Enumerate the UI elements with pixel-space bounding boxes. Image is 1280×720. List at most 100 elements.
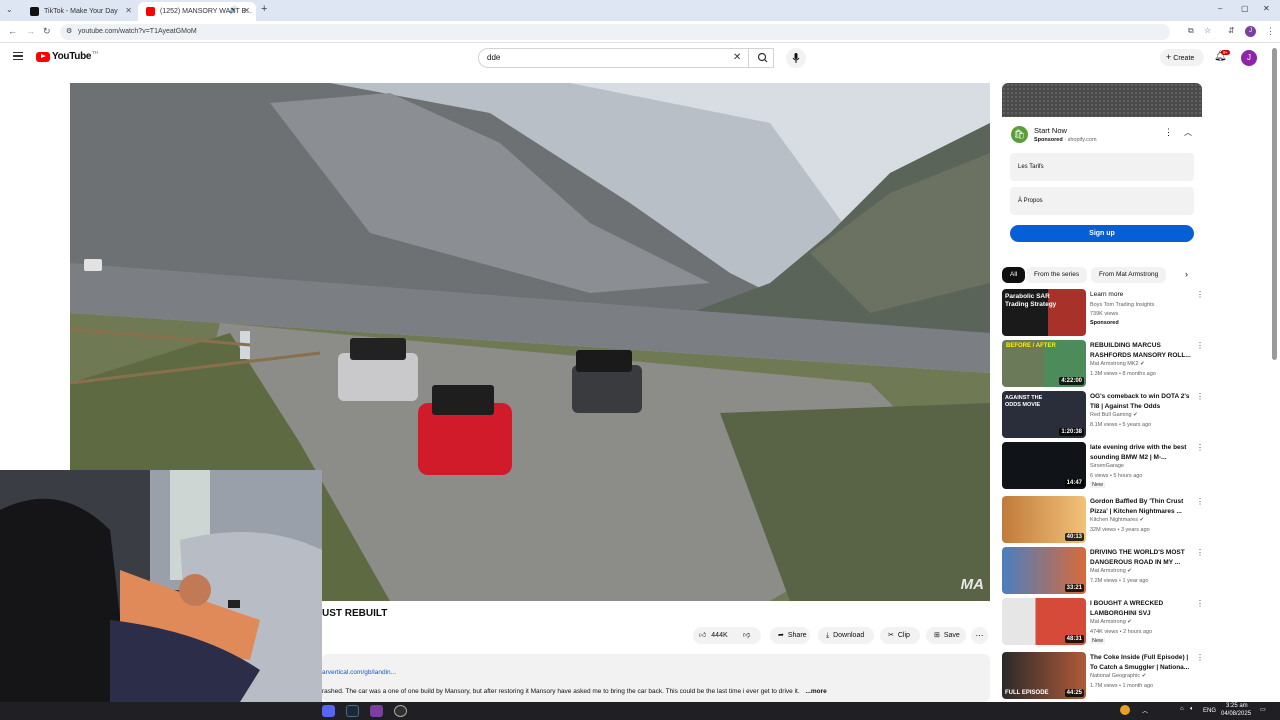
forward-icon[interactable]: → — [26, 26, 35, 36]
chips-next-icon[interactable]: › — [1185, 269, 1188, 279]
create-button[interactable]: + Create — [1160, 49, 1204, 66]
more-options-icon[interactable]: ⋮ — [1196, 497, 1204, 506]
more-options-icon[interactable]: ⋮ — [1196, 341, 1204, 350]
tray-expand-icon[interactable]: ︿ — [1142, 706, 1148, 715]
clip-button[interactable]: ✂ Clip — [880, 627, 920, 644]
video-thumbnail[interactable]: 14:47 — [1002, 442, 1086, 489]
share-button[interactable]: ➦ Share — [770, 627, 810, 644]
verified-icon: ✔ — [1133, 412, 1138, 418]
chip-from-series[interactable]: From the series — [1026, 267, 1088, 283]
obs-icon[interactable] — [394, 705, 407, 717]
download-button[interactable]: ⤓ Download — [818, 627, 874, 644]
reload-icon[interactable]: ↻ — [43, 26, 51, 37]
video-title: I BOUGHT A WRECKED LAMBORGHINI SVJ — [1090, 600, 1164, 617]
close-tab-icon[interactable]: ✕ — [125, 6, 132, 15]
address-bar[interactable]: ⚙ youtube.com/watch?v=T1AyeatGMoM — [60, 24, 1170, 40]
show-more-link[interactable]: ...more — [805, 688, 826, 695]
list-item[interactable]: 48:31 I BOUGHT A WRECKED LAMBORGHINI SVJ… — [1002, 598, 1204, 646]
profile-avatar[interactable]: J — [1245, 26, 1256, 37]
chip-from-channel[interactable]: From Mat Armstrong — [1091, 267, 1167, 283]
volume-icon[interactable]: 🔈︎ — [1190, 706, 1194, 713]
audio-icon[interactable]: 🔊 — [229, 6, 238, 14]
back-icon[interactable]: ← — [8, 26, 17, 36]
ad-collapse-icon[interactable]: ︿ — [1184, 127, 1192, 138]
new-badge: New — [1090, 638, 1106, 644]
voice-search-button[interactable] — [786, 48, 806, 68]
hamburger-menu-icon[interactable] — [13, 52, 23, 60]
more-options-icon[interactable]: ⋮ — [1196, 548, 1204, 557]
list-item[interactable]: 40:13 Gordon Baffled By 'Thin Crust Pizz… — [1002, 496, 1204, 544]
video-thumbnail[interactable]: BEFORE / AFTER 4:22:00 — [1002, 340, 1086, 387]
url-text: youtube.com/watch?v=T1AyeatGMoM — [78, 28, 197, 35]
clear-search-icon[interactable]: ✕ — [733, 49, 741, 67]
ad-title[interactable]: Start Now — [1034, 126, 1067, 135]
ad-menu-icon[interactable]: ⋮ — [1164, 127, 1173, 138]
more-options-icon[interactable]: ⋮ — [1196, 290, 1204, 299]
browser-menu-icon[interactable]: ⋮ — [1266, 26, 1275, 37]
tab-search-icon[interactable]: ⌄ — [6, 5, 13, 14]
new-tab-button[interactable]: + — [261, 3, 267, 15]
steam-icon[interactable] — [346, 705, 359, 717]
bookmark-star-icon[interactable]: ☆ — [1204, 26, 1211, 35]
clock-time[interactable]: 3:25 am — [1226, 703, 1248, 709]
video-meta: 739K views — [1090, 311, 1119, 317]
ad-banner-image[interactable] — [1002, 83, 1202, 117]
ad-signup-button[interactable]: Sign up — [1010, 225, 1194, 242]
list-item[interactable]: 33:21 DRIVING THE WORLD'S MOST DANGEROUS… — [1002, 547, 1204, 595]
description-box[interactable]: arvertical.com/gb/landin... rashed. The … — [322, 654, 990, 702]
extensions-icon[interactable]: ⇵ — [1228, 26, 1235, 35]
minimize-button[interactable]: – — [1218, 4, 1222, 13]
channel-name: Kitchen Nightmares ✔ — [1090, 517, 1144, 523]
dislike-button[interactable]: 👎︎ — [743, 627, 750, 644]
webcam-overlay — [0, 470, 322, 702]
search-query: dde — [487, 53, 501, 62]
ad-card: 🛍︎ Start Now Sponsored · shopify.com ⋮ ︿… — [1002, 117, 1202, 247]
list-item[interactable]: BEFORE / AFTER 4:22:00 REBUILDING MARCUS… — [1002, 340, 1204, 388]
more-options-icon[interactable]: ⋮ — [1196, 392, 1204, 401]
list-item[interactable]: Parabolic SAR Trading Strategy Learn mor… — [1002, 289, 1204, 337]
notification-center-icon[interactable]: ▭ — [1260, 706, 1266, 713]
account-avatar[interactable]: J — [1241, 50, 1257, 66]
channel-watermark: MA — [960, 576, 984, 593]
video-thumbnail[interactable]: 48:31 — [1002, 598, 1086, 645]
search-button[interactable] — [748, 48, 778, 68]
video-thumbnail[interactable]: 33:21 — [1002, 547, 1086, 594]
more-options-icon[interactable]: ⋮ — [1196, 599, 1204, 608]
video-thumbnail[interactable]: FULL EPISODE 44:25 — [1002, 652, 1086, 699]
video-thumbnail[interactable]: Parabolic SAR Trading Strategy — [1002, 289, 1086, 336]
search-input[interactable]: dde ✕ — [478, 48, 774, 68]
channel-name: Mat Armstrong MK2 ✔ — [1090, 361, 1145, 367]
close-tab-icon[interactable]: ✕ — [243, 6, 250, 15]
tab-tiktok[interactable]: TikTok - Make Your Day ✕ — [22, 2, 138, 21]
video-thumbnail[interactable]: 40:13 — [1002, 496, 1086, 543]
download-icon: ⤓ — [826, 632, 830, 639]
language-indicator[interactable]: ENG — [1203, 708, 1216, 714]
site-info-icon[interactable]: ⚙ — [66, 24, 72, 40]
list-item[interactable]: 14:47 late evening drive with the best s… — [1002, 442, 1204, 490]
like-button[interactable]: 👍︎ 444K — [699, 627, 728, 644]
channel-label: Kitchen Nightmares — [1090, 517, 1138, 523]
channel-label: Mat Armstrong — [1090, 619, 1126, 625]
video-thumbnail[interactable]: AGAINST THE ODDS MOVIE 1:20:38 — [1002, 391, 1086, 438]
ad-link-tarifs[interactable]: Les Tarifs — [1010, 153, 1194, 181]
save-button[interactable]: ⊞ Save — [926, 627, 966, 644]
description-link[interactable]: arvertical.com/gb/landin... — [322, 669, 396, 676]
youtube-logo[interactable]: YouTube TH — [36, 50, 98, 62]
maximize-button[interactable]: ▢ — [1241, 4, 1249, 13]
close-window-button[interactable]: ✕ — [1263, 4, 1270, 13]
page-scrollbar[interactable] — [1272, 48, 1277, 360]
browser-taskbar-icon[interactable] — [370, 705, 383, 717]
list-item[interactable]: FULL EPISODE 44:25 The Coke Inside (Full… — [1002, 652, 1204, 700]
tray-app-icon[interactable] — [1120, 705, 1130, 715]
install-app-icon[interactable]: ⧉ — [1188, 26, 1194, 36]
discord-icon[interactable] — [322, 705, 335, 717]
more-options-icon[interactable]: ⋮ — [1196, 443, 1204, 452]
more-options-icon[interactable]: ⋮ — [1196, 653, 1204, 662]
list-item[interactable]: AGAINST THE ODDS MOVIE 1:20:38 OG's come… — [1002, 391, 1204, 439]
ad-link-apropos[interactable]: À Propos — [1010, 187, 1194, 215]
chip-all[interactable]: All — [1002, 267, 1026, 283]
network-icon[interactable]: ⌂ — [1180, 706, 1184, 712]
tab-youtube[interactable]: (1252) MANSORY WANT B... 🔊 ✕ — [138, 2, 256, 21]
more-actions-button[interactable]: ⋯ — [971, 627, 988, 644]
clock-date[interactable]: 04/08/2025 — [1221, 711, 1251, 717]
